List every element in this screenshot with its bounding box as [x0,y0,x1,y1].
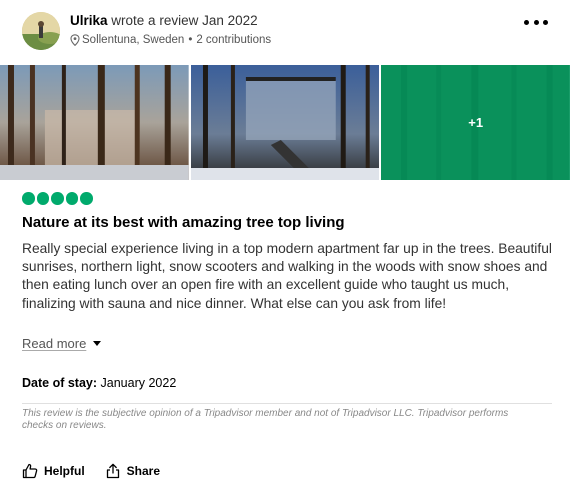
review-body: Really special experience living in a to… [22,241,552,311]
bubble-rating [22,192,93,205]
review-photo-1[interactable] [0,65,189,180]
helpful-label: Helpful [44,464,85,478]
more-photos-count: +1 [468,115,484,130]
review-card: Ulrika wrote a review Jan 2022 Sollentun… [0,0,570,495]
rating-bubble [22,192,35,205]
more-dot [533,19,539,25]
read-more-label: Read more [22,336,87,351]
avatar-image [22,12,60,50]
author-meta: Ulrika wrote a review Jan 2022 Sollentun… [70,13,271,46]
review-actions: Helpful Share [22,463,160,479]
more-photos-overlay: +1 [381,65,570,180]
share-button[interactable]: Share [105,463,160,479]
read-more-button[interactable]: Read more [22,336,102,351]
more-dot [543,19,548,25]
rating-bubble [65,192,78,205]
avatar[interactable] [22,12,60,50]
author-details: Sollentuna, Sweden • 2 contributions [70,34,271,46]
review-disclaimer: This review is the subjective opinion of… [22,408,509,431]
share-label: Share [126,464,161,478]
author-name[interactable]: Ulrika [70,13,108,28]
share-icon [106,463,119,479]
photo-image [190,65,380,180]
helpful-button[interactable]: Helpful [22,463,85,479]
date-of-stay-label: Date of stay: [22,376,98,390]
thumbs-up-icon [22,463,38,479]
review-photo-2[interactable] [190,65,380,180]
meta-separator: • [188,34,193,46]
more-dot [524,19,529,25]
review-photo-more[interactable]: +1 [381,65,570,180]
author-contributions: 2 contributions [196,34,272,46]
rating-bubble [51,192,64,205]
author-line: Ulrika wrote a review Jan 2022 [70,13,271,28]
review-action-text: wrote a review [111,13,199,28]
review-header: Ulrika wrote a review Jan 2022 Sollentun… [22,12,556,52]
more-options-icon[interactable] [524,14,548,30]
rating-bubble [80,192,93,205]
date-of-stay-value: January 2022 [100,376,177,390]
author-location: Sollentuna, Sweden [82,34,185,46]
divider [22,403,552,404]
review-photos: +1 [0,65,570,180]
map-pin-icon [70,34,80,46]
photo-image [0,65,189,180]
date-of-stay: Date of stay: January 2022 [22,376,176,390]
caret-down-icon [93,341,102,346]
review-date: Jan 2022 [202,13,258,28]
review-title[interactable]: Nature at its best with amazing tree top… [22,214,345,231]
rating-bubble [36,192,49,205]
